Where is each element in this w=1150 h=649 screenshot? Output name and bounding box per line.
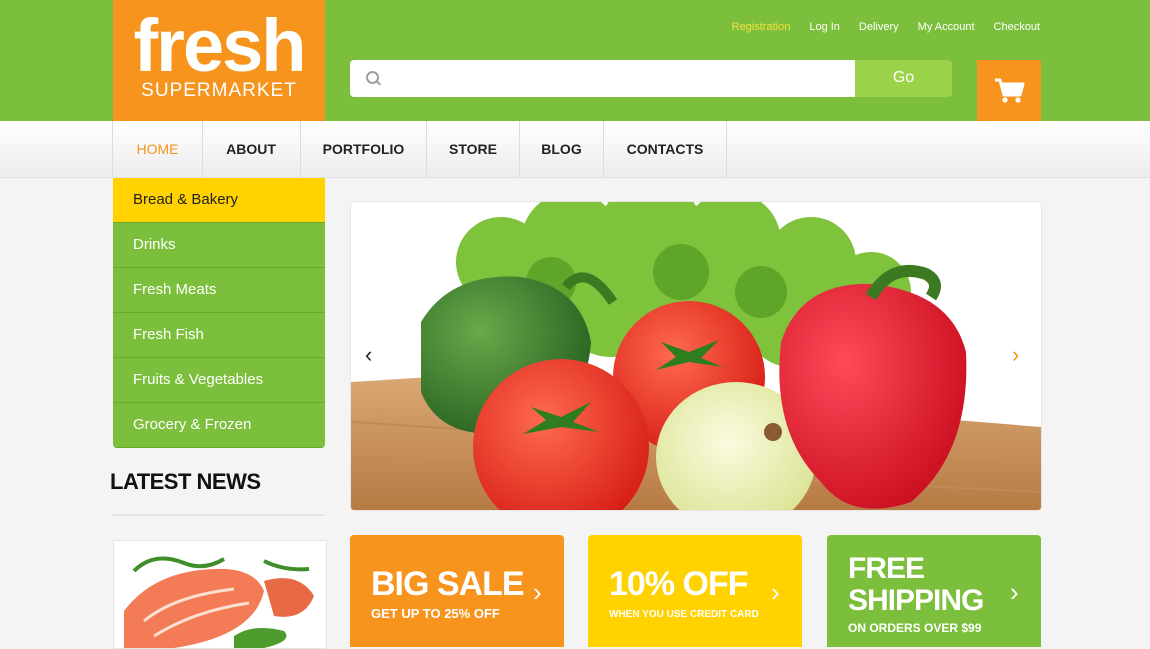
news-thumbnail[interactable] — [113, 540, 327, 649]
promo-subtitle: WHEN YOU USE CREDIT CARD — [609, 609, 759, 620]
nav-about[interactable]: ABOUT — [202, 121, 301, 177]
nav-home[interactable]: HOME — [112, 121, 203, 177]
salmon-image — [114, 541, 326, 648]
hero-slider[interactable] — [350, 201, 1042, 511]
nav-contacts[interactable]: CONTACTS — [604, 121, 727, 177]
main-nav: HOME ABOUT PORTFOLIO STORE BLOG CONTACTS — [0, 121, 1150, 178]
category-grocery-frozen[interactable]: Grocery & Frozen — [113, 403, 325, 448]
promo-subtitle: ON ORDERS OVER $99 — [848, 621, 982, 635]
promo-title: BIG SALE — [371, 565, 525, 603]
nav-portfolio[interactable]: PORTFOLIO — [301, 121, 427, 177]
chevron-right-icon: › — [1012, 342, 1020, 367]
category-drinks[interactable]: Drinks — [113, 223, 325, 268]
latest-news-heading: LATEST NEWS — [110, 469, 261, 494]
promo-free-shipping[interactable]: FREE SHIPPING ON ORDERS OVER $99 › — [827, 535, 1041, 647]
category-fresh-fish[interactable]: Fresh Fish — [113, 313, 325, 358]
slider-next-arrow[interactable]: › — [1012, 344, 1019, 366]
chevron-right-icon: › — [771, 577, 780, 607]
search-go-button[interactable]: Go — [855, 60, 952, 97]
search-box — [350, 60, 855, 99]
nav-store[interactable]: STORE — [427, 121, 520, 177]
category-fresh-meats[interactable]: Fresh Meats — [113, 268, 325, 313]
promo-subtitle: GET UP TO 25% OFF — [371, 606, 500, 621]
cart-icon — [995, 78, 1025, 103]
promo-title-line1: FREE — [848, 552, 925, 585]
registration-link[interactable]: Registration — [732, 21, 791, 33]
cart-button[interactable] — [977, 60, 1041, 121]
promo-title-line2: SHIPPING — [848, 584, 984, 617]
checkout-link[interactable]: Checkout — [994, 21, 1040, 33]
nav-blog[interactable]: BLOG — [520, 121, 604, 177]
chevron-right-icon: › — [533, 577, 542, 607]
login-link[interactable]: Log In — [809, 21, 840, 33]
promo-big-sale[interactable]: BIG SALE GET UP TO 25% OFF › — [350, 535, 564, 647]
category-menu: Bread & Bakery Drinks Fresh Meats Fresh … — [113, 178, 325, 448]
delivery-link[interactable]: Delivery — [859, 21, 899, 33]
vegetables-image — [351, 202, 1041, 510]
slider-prev-arrow[interactable]: ‹ — [365, 344, 372, 366]
search-input[interactable] — [388, 60, 847, 99]
promo-title: 10% OFF — [609, 565, 748, 603]
logo-tagline: SUPERMARKET — [141, 80, 297, 101]
search-icon — [366, 71, 379, 84]
category-fruits-vegetables[interactable]: Fruits & Vegetables — [113, 358, 325, 403]
top-links: Registration Log In Delivery My Account … — [732, 21, 1040, 33]
chevron-left-icon: ‹ — [365, 342, 373, 367]
my-account-link[interactable]: My Account — [918, 21, 975, 33]
chevron-right-icon: › — [1010, 577, 1019, 607]
logo-wordmark: fresh — [133, 4, 307, 87]
category-bread-bakery[interactable]: Bread & Bakery — [113, 178, 325, 223]
divider — [113, 514, 325, 516]
promo-10-off[interactable]: 10% OFF WHEN YOU USE CREDIT CARD › — [588, 535, 802, 647]
logo[interactable]: fresh SUPERMARKET — [113, 0, 325, 121]
